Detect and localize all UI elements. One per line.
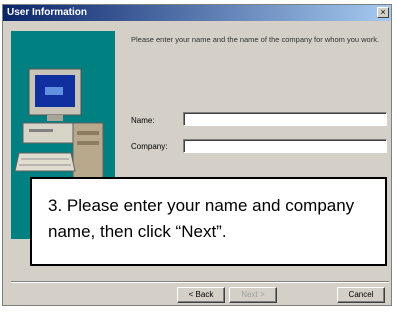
button-separator <box>11 281 389 283</box>
company-field[interactable] <box>183 139 387 153</box>
back-button[interactable]: < Back <box>177 287 225 303</box>
instruction-callout: 3. Please enter your name and company na… <box>30 177 387 266</box>
title-bar[interactable]: User Information × <box>3 5 391 21</box>
cancel-button[interactable]: Cancel <box>337 287 385 303</box>
name-label: Name: <box>131 116 155 125</box>
close-button[interactable]: × <box>377 7 389 18</box>
window-title: User Information <box>7 7 88 18</box>
company-label: Company: <box>131 142 168 151</box>
next-button[interactable]: Next > <box>229 287 277 303</box>
close-icon: × <box>380 7 386 17</box>
name-field[interactable] <box>183 112 387 126</box>
instruction-text: Please enter your name and the name of t… <box>131 35 380 44</box>
